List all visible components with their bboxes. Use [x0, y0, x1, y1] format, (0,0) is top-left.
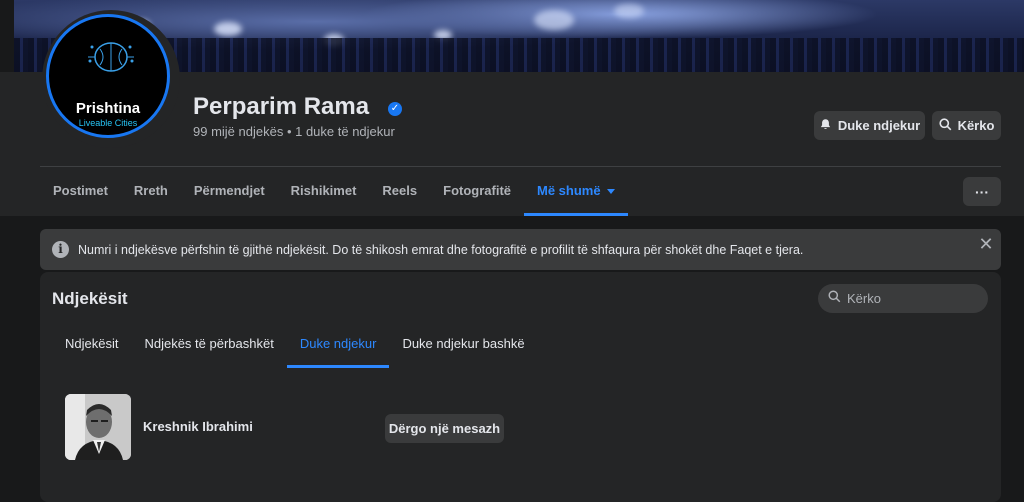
avatar-logo-subtitle: Liveable Cities	[78, 118, 138, 128]
page-avatar[interactable]: Prishtina Liveable Cities	[46, 14, 170, 138]
subtab-following[interactable]: Duke ndjekur	[286, 326, 390, 368]
chevron-down-icon	[606, 189, 615, 195]
page-title[interactable]: Perparim Rama	[193, 93, 369, 121]
tab-mentions[interactable]: Përmendjet	[181, 172, 278, 214]
bell-icon	[819, 118, 832, 134]
tab-reviews[interactable]: Rishikimet	[278, 172, 370, 214]
followers-count[interactable]: 99 mijë ndjekës • 1 duke të ndjekur	[193, 124, 395, 139]
tab-photos[interactable]: Fotografitë	[430, 172, 524, 214]
tab-reels[interactable]: Reels	[369, 172, 430, 214]
following-button[interactable]: Duke ndjekur	[814, 111, 925, 140]
close-icon[interactable]: ✕	[978, 235, 994, 253]
header-divider	[40, 166, 1001, 167]
subtab-mutual-following[interactable]: Duke ndjekur bashkë	[389, 326, 537, 366]
tab-more[interactable]: Më shumë	[524, 172, 628, 216]
search-button[interactable]: Kërko	[932, 111, 1001, 140]
send-message-button[interactable]: Dërgo një mesazh	[385, 414, 504, 443]
brain-circuit-icon	[88, 42, 134, 72]
more-options-button[interactable]: ···	[963, 177, 1001, 206]
person-avatar[interactable]	[65, 394, 131, 460]
avatar-logo-title: Prishtina	[75, 100, 141, 117]
following-button-label: Duke ndjekur	[837, 118, 921, 133]
tab-posts[interactable]: Postimet	[40, 172, 121, 214]
followers-subtabs: Ndjekësit Ndjekës të përbashkët Duke ndj…	[52, 326, 538, 368]
search-icon	[938, 117, 952, 134]
info-icon: i	[52, 241, 69, 258]
verified-badge-icon: ✓	[388, 102, 402, 116]
subtab-mutual-followers[interactable]: Ndjekës të përbashkët	[131, 326, 286, 366]
person-photo-image	[65, 394, 131, 460]
subtab-followers[interactable]: Ndjekësit	[52, 326, 131, 366]
followers-search[interactable]	[818, 284, 988, 313]
panel-title: Ndjekësit	[52, 289, 128, 308]
notice-text: Numri i ndjekësve përfshin të gjithë ndj…	[78, 243, 804, 257]
tab-about[interactable]: Rreth	[121, 172, 181, 214]
followers-search-input[interactable]	[845, 290, 979, 307]
person-name[interactable]: Kreshnik Ibrahimi	[143, 419, 253, 434]
profile-tabs: Postimet Rreth Përmendjet Rishikimet Ree…	[40, 172, 628, 216]
search-icon	[828, 289, 841, 308]
tab-more-label: Më shumë	[537, 183, 601, 198]
search-button-label: Kërko	[957, 118, 995, 133]
